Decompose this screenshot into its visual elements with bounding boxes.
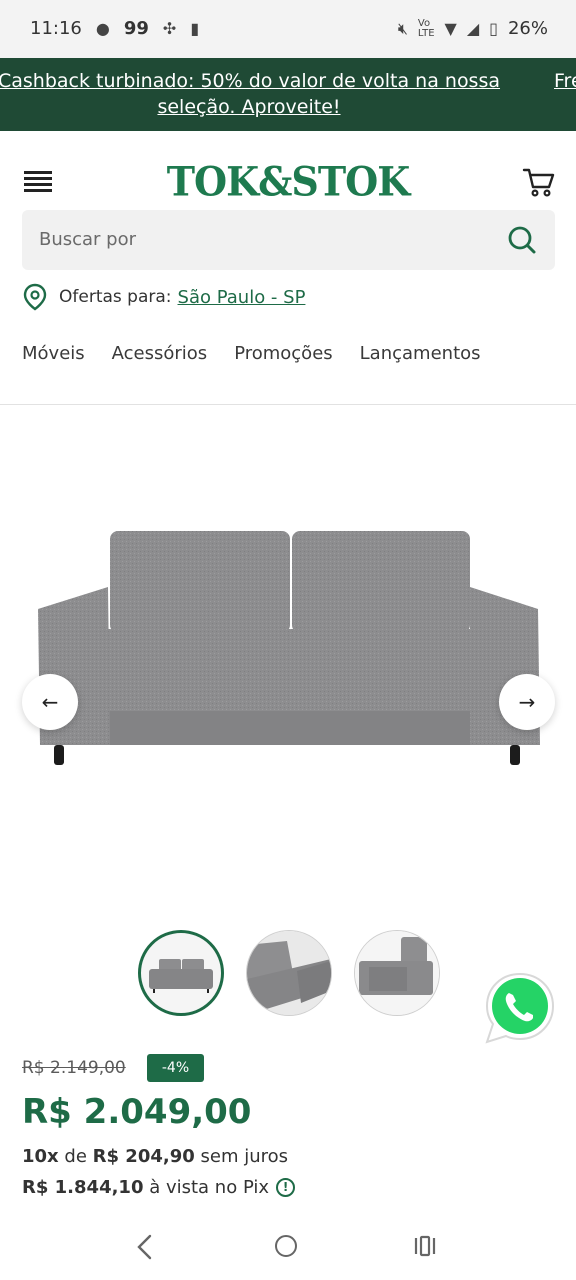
thumbnail-sofa-angle: [355, 931, 439, 1015]
nav-item-acessorios[interactable]: Acessórios: [112, 343, 208, 364]
status-bar: 11:16 ● 99 ✣ ▮ 🔇︎ Vo LTE ▼ ◢ ▯ 26%: [0, 0, 576, 58]
promo-banner[interactable]: Cashback turbinado: 50% do valor de volt…: [0, 58, 576, 131]
thumbnail-sofa-front: [149, 959, 213, 993]
location-label: Ofertas para:: [59, 287, 172, 307]
clock: 11:16: [30, 18, 82, 39]
promo-text[interactable]: Cashback turbinado: 50% do valor de volt…: [0, 68, 504, 120]
wifi-icon: ▼: [444, 19, 457, 38]
old-price: R$ 2.149,00: [22, 1058, 126, 1078]
nav-item-promocoes[interactable]: Promoções: [234, 343, 332, 364]
battery-level: 26%: [507, 18, 548, 39]
current-price: R$ 2.049,00: [22, 1092, 252, 1132]
battery-icon: ▯: [489, 19, 498, 38]
installments-value: R$ 204,90: [92, 1146, 195, 1167]
nav-item-lancamentos[interactable]: Lançamentos: [360, 343, 481, 364]
product-image: [38, 531, 540, 765]
arrow-right-icon: →: [518, 690, 536, 714]
mute-icon: 🔇︎: [397, 18, 408, 38]
installments-count: 10x: [22, 1146, 59, 1167]
location-selector: Ofertas para: São Paulo - SP: [22, 283, 305, 311]
volte-icon: Vo LTE: [417, 17, 435, 39]
hamburger-menu-icon[interactable]: [24, 171, 52, 193]
nav-item-moveis[interactable]: Móveis: [22, 343, 85, 364]
arrow-left-icon: ←: [41, 690, 59, 714]
system-nav-bar: [0, 1215, 576, 1280]
product-gallery: ← →: [0, 405, 576, 925]
carousel-prev-button[interactable]: ←: [22, 674, 78, 730]
search-bar[interactable]: Buscar por: [22, 210, 555, 270]
discount-badge: -4%: [147, 1054, 204, 1082]
thumbnail-2[interactable]: [246, 930, 332, 1016]
pix-value: R$ 1.844,10: [22, 1177, 144, 1198]
notification-count: 99: [123, 18, 149, 39]
pix-price-text: R$ 1.844,10 à vista no Pix !: [22, 1177, 296, 1198]
signal-icon: ◢: [466, 19, 480, 38]
installments-suffix: sem juros: [200, 1146, 289, 1167]
pix-suffix: à vista no Pix: [149, 1177, 270, 1198]
thumbnail-strip: [138, 930, 440, 1016]
location-city-link[interactable]: São Paulo - SP: [178, 287, 306, 308]
recent-apps-icon[interactable]: [413, 1234, 437, 1258]
search-input[interactable]: Buscar por: [39, 229, 136, 250]
thumbnail-1[interactable]: [138, 930, 224, 1016]
search-icon[interactable]: [507, 225, 537, 255]
installments-text: 10x de R$ 204,90 sem juros: [22, 1146, 288, 1167]
installments-mid: de: [64, 1146, 87, 1167]
category-nav: Móveis Acessórios Promoções Lançamentos: [22, 343, 481, 364]
thumbnail-sofa-side: [247, 931, 331, 1015]
carousel-next-button[interactable]: →: [499, 674, 555, 730]
thumbnail-3[interactable]: [354, 930, 440, 1016]
location-pin-icon: [23, 283, 47, 311]
home-icon[interactable]: [275, 1235, 297, 1257]
shopping-cart-icon[interactable]: [522, 165, 556, 199]
back-icon[interactable]: [132, 1233, 156, 1261]
info-icon[interactable]: !: [276, 1178, 296, 1197]
promo-next-text[interactable]: Frete: [554, 68, 576, 94]
whatsapp-icon[interactable]: [484, 972, 556, 1044]
battery-small-icon: ▮: [190, 19, 200, 38]
brand-logo[interactable]: TOK&STOK: [150, 158, 426, 205]
pinwheel-icon: ✣: [162, 19, 177, 38]
chat-bubble-icon: ●: [95, 19, 110, 38]
